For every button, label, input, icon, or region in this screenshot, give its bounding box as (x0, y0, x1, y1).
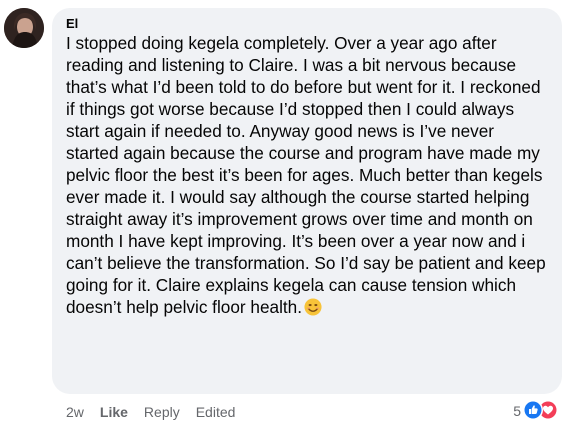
comment-timestamp[interactable]: 2w (66, 404, 84, 420)
comment-container: El I stopped doing kegela completely. Ov… (0, 0, 587, 429)
comment-body: I stopped doing kegela completely. Over … (66, 32, 550, 318)
comment-author[interactable]: El (66, 16, 550, 32)
reply-button[interactable]: Reply (144, 404, 180, 420)
edited-label[interactable]: Edited (196, 404, 236, 420)
like-button[interactable]: Like (100, 404, 128, 420)
reaction-icons (523, 400, 559, 422)
avatar[interactable] (4, 8, 44, 48)
comment-actions: 2w Like Reply Edited (66, 403, 251, 421)
comment-text: I stopped doing kegela completely. Over … (66, 33, 546, 317)
reaction-count: 5 (513, 403, 521, 419)
like-reaction-icon (523, 400, 543, 420)
smiling-face-emoji (304, 298, 322, 316)
comment-bubble: El I stopped doing kegela completely. Ov… (52, 8, 562, 394)
avatar-photo-icon (4, 8, 44, 48)
reaction-summary[interactable]: 5 (513, 400, 559, 422)
